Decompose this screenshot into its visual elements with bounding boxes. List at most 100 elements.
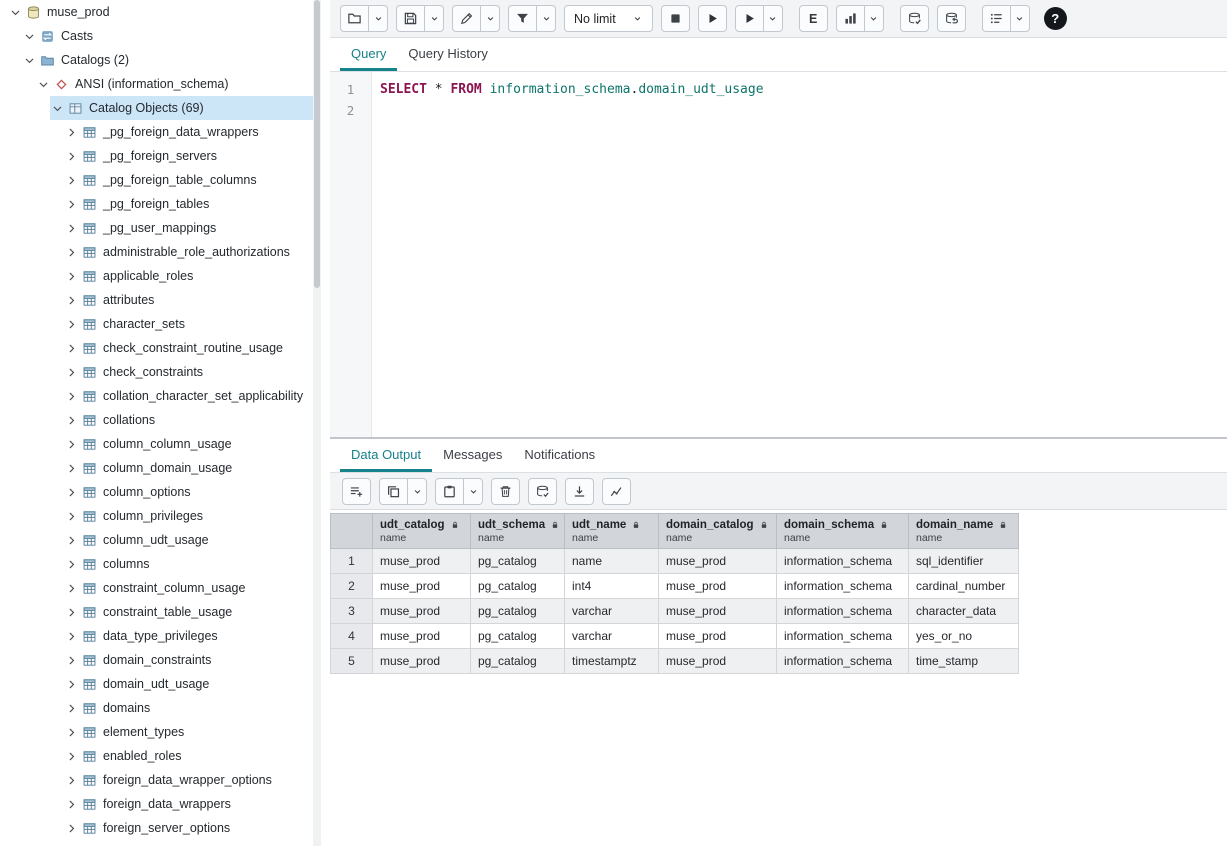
chevron-right-icon[interactable] <box>64 390 79 403</box>
save-file-button[interactable] <box>396 5 425 32</box>
save-data-changes-button[interactable] <box>528 478 557 505</box>
open-file-button[interactable] <box>340 5 369 32</box>
chevron-right-icon[interactable] <box>64 558 79 571</box>
explain-button[interactable]: E <box>799 5 828 32</box>
chevron-right-icon[interactable] <box>64 798 79 811</box>
data-cell[interactable]: time_stamp <box>909 649 1019 674</box>
chevron-right-icon[interactable] <box>64 678 79 691</box>
data-cell[interactable]: pg_catalog <box>471 649 565 674</box>
save-results-to-file-button[interactable] <box>565 478 594 505</box>
row-limit-select[interactable]: No limit <box>564 5 653 32</box>
tree-item-element-types[interactable]: element_types <box>64 720 313 744</box>
data-cell[interactable]: information_schema <box>777 574 909 599</box>
tree-item-column-privileges[interactable]: column_privileges <box>64 504 313 528</box>
tree-item-data-type-privileges[interactable]: data_type_privileges <box>64 624 313 648</box>
graph-visualiser-button[interactable] <box>602 478 631 505</box>
edit-dropdown-button[interactable] <box>480 5 500 32</box>
tree-item-pg-user-mappings[interactable]: _pg_user_mappings <box>64 216 313 240</box>
tree-item-enabled-roles[interactable]: enabled_roles <box>64 744 313 768</box>
tree-item-attributes[interactable]: attributes <box>64 288 313 312</box>
chevron-right-icon[interactable] <box>64 750 79 763</box>
data-cell[interactable]: muse_prod <box>659 574 777 599</box>
tree-item-foreign-servers[interactable]: foreign_servers <box>64 840 313 846</box>
tree-item-column-options[interactable]: column_options <box>64 480 313 504</box>
data-cell[interactable]: information_schema <box>777 649 909 674</box>
data-cell[interactable]: pg_catalog <box>471 624 565 649</box>
chevron-right-icon[interactable] <box>64 510 79 523</box>
row-number-cell[interactable]: 4 <box>331 624 373 649</box>
data-cell[interactable]: muse_prod <box>373 599 471 624</box>
data-cell[interactable]: pg_catalog <box>471 574 565 599</box>
data-cell[interactable]: pg_catalog <box>471 549 565 574</box>
tree-item-domains[interactable]: domains <box>64 696 313 720</box>
tree-item-column-udt-usage[interactable]: column_udt_usage <box>64 528 313 552</box>
tree-item-constraint-table-usage[interactable]: constraint_table_usage <box>64 600 313 624</box>
chevron-down-icon[interactable] <box>36 78 51 91</box>
filter-dropdown-button[interactable] <box>536 5 556 32</box>
row-number-cell[interactable]: 2 <box>331 574 373 599</box>
chevron-right-icon[interactable] <box>64 438 79 451</box>
column-header-udt-schema[interactable]: udt_schemaname <box>471 514 565 549</box>
data-cell[interactable]: muse_prod <box>373 574 471 599</box>
column-header-domain-name[interactable]: domain_namename <box>909 514 1019 549</box>
tree-item-constraint-column-usage[interactable]: constraint_column_usage <box>64 576 313 600</box>
data-cell[interactable]: information_schema <box>777 599 909 624</box>
paste-button[interactable] <box>435 478 464 505</box>
tab-query[interactable]: Query <box>340 38 397 71</box>
tree-item-domain-constraints[interactable]: domain_constraints <box>64 648 313 672</box>
data-cell[interactable]: muse_prod <box>659 624 777 649</box>
data-cell[interactable]: name <box>565 549 659 574</box>
tab-notifications[interactable]: Notifications <box>513 439 606 472</box>
chevron-right-icon[interactable] <box>64 534 79 547</box>
explain-analyze-dropdown-button[interactable] <box>864 5 884 32</box>
chevron-right-icon[interactable] <box>64 342 79 355</box>
data-cell[interactable]: muse_prod <box>659 649 777 674</box>
paste-dropdown-button[interactable] <box>463 478 483 505</box>
column-header-domain-catalog[interactable]: domain_catalogname <box>659 514 777 549</box>
tree-item-muse-prod[interactable]: muse_prod <box>8 0 313 24</box>
data-cell[interactable]: int4 <box>565 574 659 599</box>
tree-item-check-constraint-routine-usage[interactable]: check_constraint_routine_usage <box>64 336 313 360</box>
tree-item-pg-foreign-servers[interactable]: _pg_foreign_servers <box>64 144 313 168</box>
chevron-right-icon[interactable] <box>64 774 79 787</box>
chevron-right-icon[interactable] <box>64 414 79 427</box>
macros-button[interactable] <box>982 5 1011 32</box>
macros-dropdown-button[interactable] <box>1010 5 1030 32</box>
chevron-right-icon[interactable] <box>64 222 79 235</box>
open-file-dropdown-button[interactable] <box>368 5 388 32</box>
chevron-down-icon[interactable] <box>50 102 65 115</box>
execute-options-dropdown-button[interactable] <box>763 5 783 32</box>
tree-item-pg-foreign-table-columns[interactable]: _pg_foreign_table_columns <box>64 168 313 192</box>
edit-button[interactable] <box>452 5 481 32</box>
data-cell[interactable]: character_data <box>909 599 1019 624</box>
column-header-udt-name[interactable]: udt_namename <box>565 514 659 549</box>
data-cell[interactable]: muse_prod <box>373 649 471 674</box>
help-button[interactable]: ? <box>1044 7 1067 30</box>
column-header-domain-schema[interactable]: domain_schemaname <box>777 514 909 549</box>
panel-splitter[interactable] <box>321 0 330 846</box>
tree-item-domain-udt-usage[interactable]: domain_udt_usage <box>64 672 313 696</box>
chevron-right-icon[interactable] <box>64 270 79 283</box>
chevron-right-icon[interactable] <box>64 582 79 595</box>
select-all-corner[interactable] <box>331 514 373 549</box>
stop-button[interactable] <box>661 5 690 32</box>
data-cell[interactable]: pg_catalog <box>471 599 565 624</box>
sql-code-area[interactable]: SELECT * FROM information_schema.domain_… <box>372 72 1227 437</box>
data-cell[interactable]: varchar <box>565 624 659 649</box>
chevron-right-icon[interactable] <box>64 486 79 499</box>
tree-scrollbar-thumb[interactable] <box>314 0 320 288</box>
data-cell[interactable]: timestamptz <box>565 649 659 674</box>
data-cell[interactable]: cardinal_number <box>909 574 1019 599</box>
tree-item-casts[interactable]: Casts <box>22 24 313 48</box>
column-header-udt-catalog[interactable]: udt_catalogname <box>373 514 471 549</box>
row-number-cell[interactable]: 5 <box>331 649 373 674</box>
chevron-right-icon[interactable] <box>64 726 79 739</box>
data-cell[interactable]: muse_prod <box>373 624 471 649</box>
tree-item-column-domain-usage[interactable]: column_domain_usage <box>64 456 313 480</box>
tree-item-collations[interactable]: collations <box>64 408 313 432</box>
data-cell[interactable]: varchar <box>565 599 659 624</box>
tree-item-column-column-usage[interactable]: column_column_usage <box>64 432 313 456</box>
delete-row-button[interactable] <box>491 478 520 505</box>
chevron-right-icon[interactable] <box>64 462 79 475</box>
chevron-right-icon[interactable] <box>64 150 79 163</box>
